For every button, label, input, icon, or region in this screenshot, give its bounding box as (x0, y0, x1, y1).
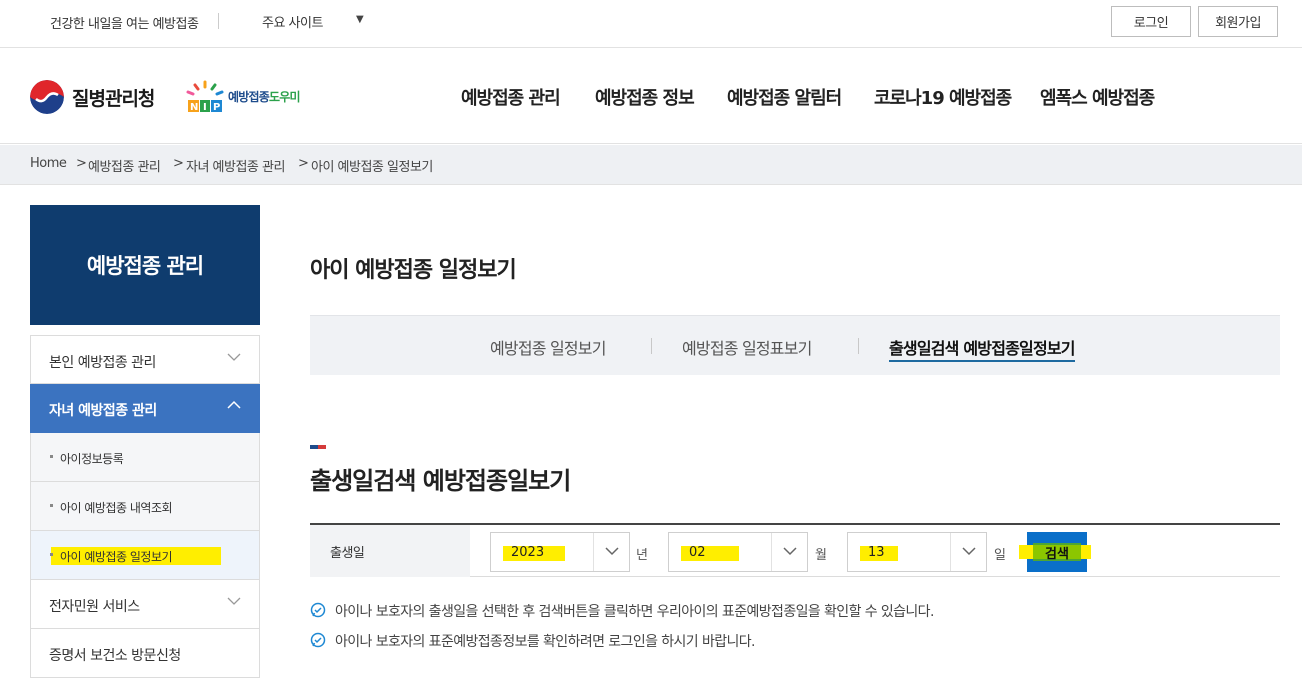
breadcrumb-separator: > (298, 156, 309, 171)
sidebar-menu: 본인 예방접종 관리 자녀 예방접종 관리 아이정보등록 아이 예방접종 내역조… (30, 335, 260, 678)
utility-bar: 건강한 내일을 여는 예방접종 주요 사이트 ▼ 로그인 회원가입 (0, 0, 1302, 48)
site-header: 질병관리청 N I P 예방접종도우미 예방접종 관리 예방접종 정보 예방접종… (0, 48, 1302, 144)
login-button[interactable]: 로그인 (1111, 6, 1191, 37)
month-value: 02 (689, 545, 706, 560)
breadcrumb-home[interactable]: Home (30, 156, 67, 171)
chevron-down-icon (227, 353, 241, 361)
svg-text:P: P (213, 102, 220, 113)
chevron-down-icon (962, 547, 976, 556)
tab-birthdate-search[interactable]: 출생일검색 예방접종일정보기 (889, 335, 1076, 362)
nav-covid19[interactable]: 코로나19 예방접종 (874, 84, 1012, 110)
nip-name-part: 예방접종 (228, 90, 270, 104)
sidebar-item-child-vaccination[interactable]: 자녀 예방접종 관리 (30, 384, 260, 433)
search-button-label: 검색 (1045, 546, 1069, 562)
info-note-text: 아이나 보호자의 표준예방접종정보를 확인하려면 로그인을 하시기 바랍니다. (335, 634, 756, 650)
svg-text:I: I (203, 102, 207, 113)
breadcrumb: Home > 예방접종 관리 > 자녀 예방접종 관리 > 아이 예방접종 일정… (0, 145, 1302, 185)
chat-check-icon (310, 602, 326, 618)
breadcrumb-separator: > (76, 156, 87, 171)
sidebar-item-self-vaccination[interactable]: 본인 예방접종 관리 (30, 335, 260, 384)
sidebar-subitem-label: 아이 예방접종 일정보기 (60, 550, 173, 564)
nip-helper-name[interactable]: 예방접종도우미 (228, 88, 300, 105)
sidebar-subitem-label: 아이 예방접종 내역조회 (60, 501, 173, 515)
birthdate-search-form: 출생일 2023 년 02 월 13 일 검색 (310, 523, 1280, 577)
chat-check-icon (310, 632, 326, 648)
svg-text:N: N (190, 102, 198, 113)
breadcrumb-item[interactable]: 자녀 예방접종 관리 (186, 156, 285, 175)
breadcrumb-item[interactable]: 예방접종 관리 (88, 156, 161, 175)
caret-down-icon[interactable]: ▼ (356, 14, 364, 25)
bullet-icon (50, 504, 53, 507)
nav-vaccination-info[interactable]: 예방접종 정보 (595, 84, 695, 110)
select-arrow (950, 533, 986, 571)
month-select[interactable]: 02 (668, 532, 808, 572)
nip-name-part: 도우미 (268, 90, 301, 104)
tab-divider (651, 338, 652, 354)
search-button[interactable]: 검색 (1019, 532, 1091, 572)
sidebar-item-certificate-visit[interactable]: 증명서 보건소 방문신청 (30, 629, 260, 678)
year-value: 2023 (511, 545, 545, 560)
divider (218, 13, 219, 29)
site-slogan: 건강한 내일을 여는 예방접종 (50, 17, 199, 32)
info-note-text: 아이나 보호자의 출생일을 선택한 후 검색버튼을 클릭하면 우리아이의 표준예… (335, 604, 934, 620)
breadcrumb-separator: > (173, 156, 184, 171)
bullet-icon (50, 553, 53, 556)
tab-schedule[interactable]: 예방접종 일정보기 (490, 335, 606, 359)
sidebar-item-label: 본인 예방접종 관리 (49, 355, 156, 371)
tab-schedule-table[interactable]: 예방접종 일정표보기 (682, 335, 812, 359)
chevron-down-icon (605, 547, 619, 556)
page-title: 아이 예방접종 일정보기 (310, 258, 517, 283)
chevron-up-icon (227, 400, 241, 409)
signup-button[interactable]: 회원가입 (1198, 6, 1278, 37)
sidebar-item-label: 자녀 예방접종 관리 (49, 403, 157, 419)
year-unit: 년 (636, 548, 648, 563)
kdca-logo-icon[interactable] (30, 80, 64, 114)
tab-divider (858, 338, 859, 354)
sidebar-item-e-civil-service[interactable]: 전자민원 서비스 (30, 580, 260, 629)
org-name[interactable]: 질병관리청 (72, 84, 155, 111)
day-unit: 일 (994, 548, 1006, 563)
nav-vaccination-management[interactable]: 예방접종 관리 (449, 84, 577, 110)
nav-label: 예방접종 관리 (461, 88, 561, 109)
sidebar-item-label: 증명서 보건소 방문신청 (49, 648, 181, 664)
select-arrow (771, 533, 807, 571)
section-title: 출생일검색 예방접종일보기 (310, 467, 571, 495)
day-select[interactable]: 13 (847, 532, 987, 572)
birthdate-label: 출생일 (310, 525, 470, 577)
breadcrumb-current: 아이 예방접종 일정보기 (311, 160, 433, 175)
sidebar-subitem-child-history[interactable]: 아이 예방접종 내역조회 (30, 482, 260, 531)
chevron-down-icon (227, 597, 241, 605)
month-unit: 월 (815, 548, 827, 563)
nip-logo-icon[interactable]: N I P (184, 78, 226, 114)
sidebar-subitem-child-schedule[interactable]: 아이 예방접종 일정보기 (30, 531, 260, 580)
nav-vaccination-notice[interactable]: 예방접종 알림터 (727, 84, 842, 110)
sidebar-title: 예방접종 관리 (30, 205, 260, 325)
sidebar-item-label: 전자민원 서비스 (49, 599, 140, 615)
sidebar-subitem-child-register[interactable]: 아이정보등록 (30, 433, 260, 482)
chevron-down-icon (783, 547, 797, 556)
tab-bar: 예방접종 일정보기 예방접종 일정표보기 출생일검색 예방접종일정보기 (310, 315, 1280, 375)
sidebar-subitem-label: 아이정보등록 (60, 452, 124, 466)
section-mark-icon (310, 445, 326, 449)
major-sites-dropdown[interactable]: 주요 사이트 (262, 12, 323, 31)
nav-mpox[interactable]: 엠폭스 예방접종 (1040, 84, 1155, 110)
year-select[interactable]: 2023 (490, 532, 630, 572)
bullet-icon (50, 455, 53, 458)
select-arrow (593, 533, 629, 571)
day-value: 13 (868, 545, 885, 560)
